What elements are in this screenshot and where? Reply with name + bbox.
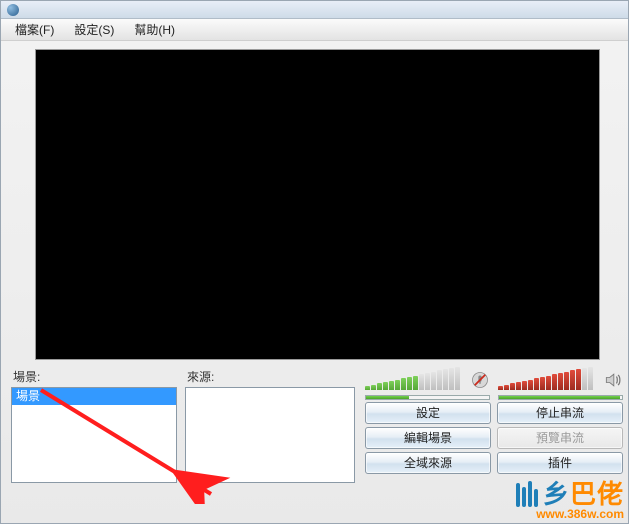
sources-list[interactable] [185,387,355,483]
edit-scene-button[interactable]: 編輯場景 [365,427,491,449]
menu-file[interactable]: 檔案(F) [5,19,64,40]
speaker-volume-slider[interactable] [498,395,623,400]
watermark-url: www.386w.com [515,507,624,521]
controls-column: 設定 停止串流 編輯場景 預覽串流 全域來源 插件 [365,366,623,483]
lower-panel: 場景: 場景 來源: [1,364,628,483]
menu-help[interactable]: 幫助(H) [124,19,185,40]
sources-panel: 來源: [185,366,355,483]
app-icon [7,4,19,16]
app-window: 檔案(F) 設定(S) 幫助(H) 場景: 場景 來源: [0,0,629,524]
list-item[interactable]: 場景 [12,388,176,405]
preview-stream-button: 預覽串流 [497,427,623,449]
plugins-button[interactable]: 插件 [497,452,623,474]
preview-area [1,41,628,364]
settings-button[interactable]: 設定 [365,402,491,424]
button-grid: 設定 停止串流 編輯場景 預覽串流 全域來源 插件 [365,402,623,474]
speaker-meter[interactable] [498,367,593,391]
mic-volume-slider[interactable] [365,395,490,400]
mic-mute-icon[interactable] [470,370,490,390]
mic-meter[interactable] [365,367,460,391]
sources-label: 來源: [185,366,355,387]
stop-stream-button[interactable]: 停止串流 [497,402,623,424]
volume-sliders [365,394,623,400]
video-preview[interactable] [35,49,600,360]
speaker-icon[interactable] [603,370,623,390]
scenes-label: 場景: [11,366,177,387]
menu-settings[interactable]: 設定(S) [64,19,124,40]
scenes-panel: 場景: 場景 [11,366,177,483]
menubar: 檔案(F) 設定(S) 幫助(H) [1,19,628,41]
global-sources-button[interactable]: 全域來源 [365,452,491,474]
audio-meters [365,366,623,392]
titlebar [1,1,628,19]
scenes-list[interactable]: 場景 [11,387,177,483]
